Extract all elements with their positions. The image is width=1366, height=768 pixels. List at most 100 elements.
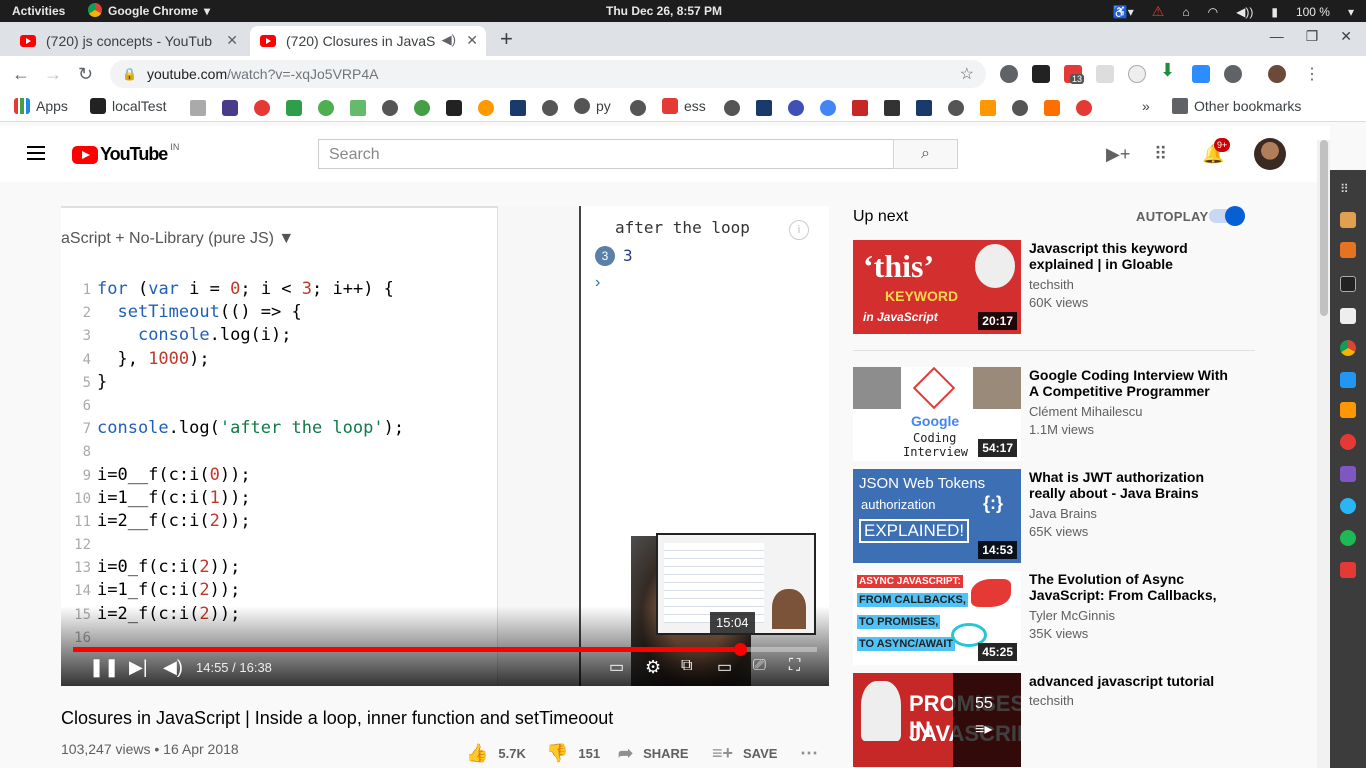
settings-gear-icon[interactable]: ⚙: [645, 657, 661, 678]
channel-name[interactable]: Tyler McGinnis: [1029, 608, 1115, 623]
like-button[interactable]: 👍 5.7K: [466, 743, 526, 764]
terminal-icon[interactable]: [1340, 276, 1356, 292]
show-apps-icon[interactable]: ⠿: [1340, 182, 1356, 198]
video-title[interactable]: What is JWT authorization really about -…: [1029, 469, 1229, 501]
video-title[interactable]: advanced javascript tutorial: [1029, 673, 1229, 689]
bookmark-star-icon[interactable]: ☆: [960, 64, 974, 84]
volume-icon[interactable]: ◀): [163, 657, 183, 678]
list-item[interactable]: Google Coding Interview 54:17 Google Cod…: [853, 367, 1253, 461]
channel-name[interactable]: techsith: [1029, 693, 1074, 708]
list-item[interactable]: ASYNC JAVASCRIPT: FROM CALLBACKS, TO PRO…: [853, 571, 1253, 665]
bookmark-localtest[interactable]: localTest: [90, 98, 166, 114]
miniplayer-icon[interactable]: ⧉: [681, 657, 692, 675]
app-icon[interactable]: [1340, 466, 1356, 482]
share-button[interactable]: ➦ SHARE: [618, 743, 689, 764]
extension-icon[interactable]: [1128, 65, 1146, 83]
clock[interactable]: Thu Dec 26, 8:57 PM: [606, 4, 722, 18]
back-icon[interactable]: ←: [12, 64, 30, 85]
filezilla-icon[interactable]: [1340, 308, 1356, 324]
app-icon[interactable]: [1340, 242, 1356, 258]
page-scrollbar[interactable]: [1317, 140, 1330, 768]
fullscreen-icon[interactable]: ⛶: [789, 657, 800, 675]
tab-js-concepts[interactable]: (720) js concepts - YouTub ✕: [10, 26, 246, 56]
close-window-icon[interactable]: ✕: [1340, 28, 1352, 45]
app-icon[interactable]: [1340, 498, 1356, 514]
autoplay-toggle[interactable]: [1209, 206, 1245, 226]
app-menu[interactable]: Google Chrome ▾: [88, 3, 210, 18]
warning-icon[interactable]: ⚠: [1152, 3, 1165, 20]
app-icon[interactable]: [1340, 434, 1356, 450]
theater-mode-icon[interactable]: ▭: [717, 657, 732, 677]
menu-kebab-icon[interactable]: ⋮: [1304, 64, 1320, 84]
zoom-icon[interactable]: [1192, 65, 1210, 83]
network-icon[interactable]: ⌂: [1182, 5, 1189, 19]
bookmark-icon[interactable]: [788, 100, 804, 116]
minimize-icon[interactable]: —: [1270, 28, 1284, 45]
bookmark-icon[interactable]: [1044, 100, 1060, 116]
search-input[interactable]: Search: [318, 139, 894, 169]
video-title[interactable]: The Evolution of Async JavaScript: From …: [1029, 571, 1229, 603]
chrome-icon[interactable]: [1340, 340, 1356, 356]
reload-icon[interactable]: ↻: [78, 64, 93, 85]
other-bookmarks[interactable]: Other bookmarks: [1172, 98, 1301, 114]
bookmark-icon[interactable]: [980, 100, 996, 116]
close-icon[interactable]: ✕: [226, 32, 238, 49]
video-thumbnail[interactable]: JSON Web Tokens authorization EXPLAINED!…: [853, 469, 1021, 563]
video-thumbnail[interactable]: PROMISES IN JAVASCRIPT 55 ≡▸: [853, 673, 1021, 767]
bookmark-icon[interactable]: [510, 100, 526, 116]
bookmarks-overflow[interactable]: »: [1142, 98, 1150, 114]
accessibility-icon[interactable]: ♿▾: [1113, 5, 1134, 19]
bookmark-icon[interactable]: [318, 100, 334, 116]
extension-icon[interactable]: [1096, 65, 1114, 83]
save-button[interactable]: ≡+ SAVE: [712, 743, 777, 764]
cast-icon[interactable]: ⎚: [753, 657, 766, 675]
dislike-button[interactable]: 👎 151: [546, 743, 600, 764]
globe-icon[interactable]: [630, 100, 646, 116]
system-tray[interactable]: ♿▾ ⚠ ⌂ ◠ ◀)) ▮ 100 % ▾: [1113, 3, 1354, 20]
apps-grid-icon[interactable]: ⠿: [1154, 144, 1167, 165]
more-actions-button[interactable]: ⋯: [800, 743, 818, 764]
spotify-icon[interactable]: [1340, 530, 1356, 546]
bookmark-icon[interactable]: [254, 100, 270, 116]
search-button[interactable]: ⌕: [893, 139, 958, 169]
list-item[interactable]: ‘this’ KEYWORD in JavaScript 20:17 Javas…: [853, 240, 1253, 334]
avatar[interactable]: [1254, 138, 1286, 170]
video-player[interactable]: aScript + No-Library (pure JS) ▼ 1 for (v…: [61, 206, 829, 686]
extension-icon[interactable]: [1000, 65, 1018, 83]
create-video-icon[interactable]: ▶︎+: [1106, 144, 1130, 165]
bookmark-icon[interactable]: [852, 100, 868, 116]
profile-avatar[interactable]: [1268, 65, 1286, 83]
sublime-icon[interactable]: [1340, 402, 1356, 418]
restore-icon[interactable]: ❐: [1306, 28, 1319, 45]
subtitles-icon[interactable]: ▭: [609, 657, 624, 677]
scrubber-handle[interactable]: [734, 643, 747, 656]
speaker-icon[interactable]: ◀): [442, 32, 456, 48]
bookmark-h-icon[interactable]: [286, 100, 302, 116]
amazon-icon[interactable]: [478, 100, 494, 116]
pause-icon[interactable]: ❚❚: [89, 657, 119, 678]
tab-closures[interactable]: (720) Closures in JavaS ◀) ✕: [250, 26, 486, 56]
lock-icon[interactable]: 🔒: [122, 67, 137, 81]
video-title[interactable]: Google Coding Interview With A Competiti…: [1029, 367, 1229, 399]
next-icon[interactable]: ▶|: [129, 657, 148, 678]
address-bar[interactable]: 🔒 youtube.com/watch?v=-xqJo5VRP4A ☆: [110, 60, 986, 88]
menu-icon[interactable]: [27, 146, 45, 160]
filezilla-red-icon[interactable]: [1340, 562, 1356, 578]
bookmark-play-icon[interactable]: [414, 100, 430, 116]
bookmark-b-icon[interactable]: [222, 100, 238, 116]
bookmark-icon[interactable]: [1076, 100, 1092, 116]
video-thumbnail[interactable]: ‘this’ KEYWORD in JavaScript 20:17: [853, 240, 1021, 334]
bookmark-py[interactable]: py: [574, 98, 611, 114]
bookmark-icon[interactable]: [916, 100, 932, 116]
youtube-logo[interactable]: YouTube IN: [72, 142, 179, 165]
bookmark-apps[interactable]: Apps: [14, 98, 68, 114]
new-tab-button[interactable]: +: [500, 26, 513, 52]
bookmark-icon[interactable]: [446, 100, 462, 116]
channel-name[interactable]: Java Brains: [1029, 506, 1097, 521]
files-icon[interactable]: [1340, 212, 1356, 228]
list-item[interactable]: PROMISES IN JAVASCRIPT 55 ≡▸ advanced ja…: [853, 673, 1253, 767]
vscode-icon[interactable]: [1340, 372, 1356, 388]
bookmark-icon[interactable]: [350, 100, 366, 116]
extension-jb-icon[interactable]: [1032, 65, 1050, 83]
channel-name[interactable]: Clément Mihailescu: [1029, 404, 1142, 419]
